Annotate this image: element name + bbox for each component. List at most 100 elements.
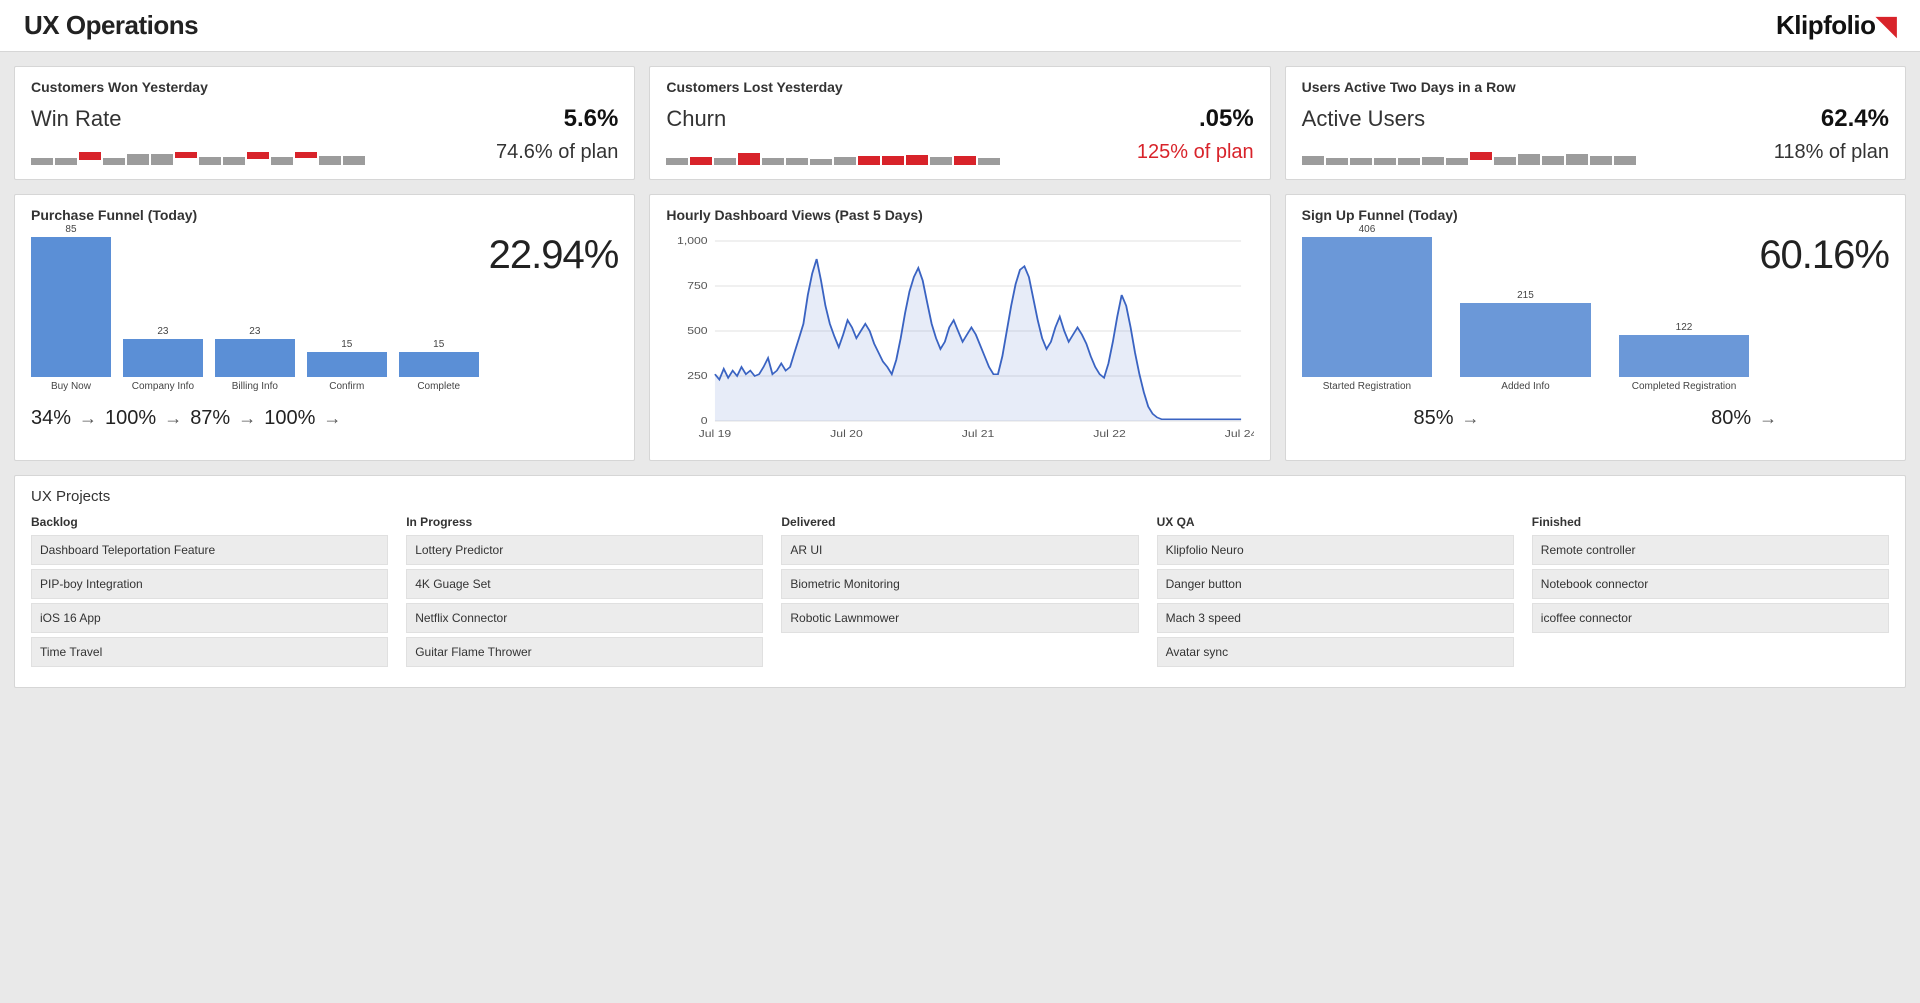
funnel-bar: [1460, 303, 1591, 377]
brand-accent-icon: ◥: [1877, 10, 1897, 40]
kanban-item[interactable]: Mach 3 speed: [1157, 603, 1514, 633]
bar-value-label: 215: [1517, 290, 1534, 301]
kpi-card-active[interactable]: Users Active Two Days in a Row Active Us…: [1285, 66, 1906, 180]
spark-bar: [1446, 158, 1468, 165]
arrow-right-icon: →: [79, 408, 97, 429]
spark-bar: [1566, 154, 1588, 165]
kpi-card-lost[interactable]: Customers Lost Yesterday Churn .05% 125%…: [649, 66, 1270, 180]
bar-category-label: Confirm: [329, 381, 364, 393]
spark-bar: [906, 155, 928, 165]
kanban-item[interactable]: Time Travel: [31, 637, 388, 667]
kanban-item[interactable]: Robotic Lawnmower: [781, 603, 1138, 633]
spark-bar: [1422, 157, 1444, 165]
spark-bar: [786, 158, 808, 165]
funnel-bar: [31, 237, 111, 377]
kanban-item[interactable]: Klipfolio Neuro: [1157, 535, 1514, 565]
spark-bar: [55, 158, 77, 165]
kpi-card-won[interactable]: Customers Won Yesterday Win Rate 5.6% 74…: [14, 66, 635, 180]
spark-bar: [271, 157, 293, 165]
bar-value-label: 85: [65, 224, 76, 235]
purchase-funnel-bars: 85Buy Now23Company Info23Billing Info15C…: [31, 233, 479, 393]
bar-category-label: Started Registration: [1323, 381, 1411, 393]
funnel-step: 80%→: [1711, 407, 1777, 430]
funnel-column: 15 Confirm: [307, 339, 387, 393]
kanban-item[interactable]: iOS 16 App: [31, 603, 388, 633]
purchase-funnel-card[interactable]: Purchase Funnel (Today) 85Buy Now23Compa…: [14, 194, 635, 461]
spark-bar: [738, 153, 760, 165]
funnel-column: 23Billing Info: [215, 326, 295, 393]
funnel-step: 87%→: [190, 407, 256, 430]
spark-bar: [1326, 158, 1348, 165]
spark-bar: [1398, 158, 1420, 165]
spark-bar: [103, 158, 125, 165]
bar-value-label: 15: [341, 339, 352, 350]
kanban-board: BacklogDashboard Teleportation FeaturePI…: [31, 515, 1889, 671]
spark-bar: [762, 158, 784, 165]
spark-bar: [223, 157, 245, 165]
spark-bar: [954, 156, 976, 165]
funnel-step-pct: 100%: [264, 407, 315, 430]
bar-value-label: 15: [433, 339, 444, 350]
kanban-item[interactable]: Notebook connector: [1532, 569, 1889, 599]
spark-bar: [343, 156, 365, 165]
brand-logo: Klipfolio◥: [1776, 10, 1896, 41]
funnel-step-pct: 100%: [105, 407, 156, 430]
kanban-column: UX QAKlipfolio NeuroDanger buttonMach 3 …: [1157, 515, 1514, 671]
svg-text:1,000: 1,000: [677, 236, 708, 247]
dashboard-body: Customers Won Yesterday Win Rate 5.6% 74…: [0, 52, 1920, 702]
funnel-bar: [123, 339, 203, 377]
kanban-column-title: Finished: [1532, 515, 1889, 529]
kanban-item[interactable]: Netflix Connector: [406, 603, 763, 633]
kanban-item[interactable]: PIP-boy Integration: [31, 569, 388, 599]
signup-funnel-big-value: 60.16%: [1759, 233, 1889, 278]
spark-bar: [858, 156, 880, 165]
arrow-right-icon: →: [323, 408, 341, 429]
bar-category-label: Company Info: [132, 381, 194, 393]
kanban-item[interactable]: icoffee connector: [1532, 603, 1889, 633]
kpi-value: 62.4%: [1821, 105, 1889, 133]
kanban-item[interactable]: 4K Guage Set: [406, 569, 763, 599]
svg-text:Jul 22: Jul 22: [1094, 429, 1127, 440]
kanban-column: In ProgressLottery Predictor4K Guage Set…: [406, 515, 763, 671]
spark-bar: [319, 156, 341, 165]
svg-text:Jul 24: Jul 24: [1225, 429, 1254, 440]
kanban-item[interactable]: Lottery Predictor: [406, 535, 763, 565]
kanban-item[interactable]: Guitar Flame Thrower: [406, 637, 763, 667]
spark-bar: [714, 158, 736, 165]
svg-text:0: 0: [701, 416, 708, 427]
bar-value-label: 406: [1359, 224, 1376, 235]
kanban-item[interactable]: AR UI: [781, 535, 1138, 565]
signup-funnel-card[interactable]: Sign Up Funnel (Today) 406Started Regist…: [1285, 194, 1906, 461]
kpi-metric-label: Churn: [666, 106, 726, 132]
page-title: UX Operations: [24, 10, 198, 41]
sparkline-won: [31, 139, 365, 165]
svg-text:Jul 19: Jul 19: [699, 429, 732, 440]
funnel-bar: [1302, 237, 1433, 377]
kanban-item[interactable]: Avatar sync: [1157, 637, 1514, 667]
spark-bar: [1374, 158, 1396, 165]
spark-bar: [1470, 152, 1492, 160]
spark-bar: [31, 158, 53, 165]
spark-bar: [151, 154, 173, 165]
spark-bar: [978, 158, 1000, 165]
funnel-step-pct: 34%: [31, 407, 71, 430]
funnel-bar: [307, 352, 387, 377]
bar-category-label: Buy Now: [51, 381, 91, 393]
kanban-item[interactable]: Danger button: [1157, 569, 1514, 599]
ux-projects-card[interactable]: UX Projects BacklogDashboard Teleportati…: [14, 475, 1906, 688]
kanban-item[interactable]: Dashboard Teleportation Feature: [31, 535, 388, 565]
kpi-metric-label: Active Users: [1302, 106, 1425, 132]
svg-text:Jul 20: Jul 20: [831, 429, 864, 440]
arrow-right-icon: →: [238, 408, 256, 429]
spark-bar: [295, 152, 317, 158]
bar-value-label: 23: [249, 326, 260, 337]
kanban-column-title: Delivered: [781, 515, 1138, 529]
spark-bar: [834, 157, 856, 165]
purchase-funnel-steps: 34%→100%→87%→100%→: [31, 407, 618, 430]
hourly-views-card[interactable]: Hourly Dashboard Views (Past 5 Days) 025…: [649, 194, 1270, 461]
funnel-step-pct: 85%: [1413, 407, 1453, 430]
kanban-item[interactable]: Remote controller: [1532, 535, 1889, 565]
kanban-item[interactable]: Biometric Monitoring: [781, 569, 1138, 599]
svg-text:Jul 21: Jul 21: [962, 429, 995, 440]
arrow-right-icon: →: [1462, 408, 1480, 429]
